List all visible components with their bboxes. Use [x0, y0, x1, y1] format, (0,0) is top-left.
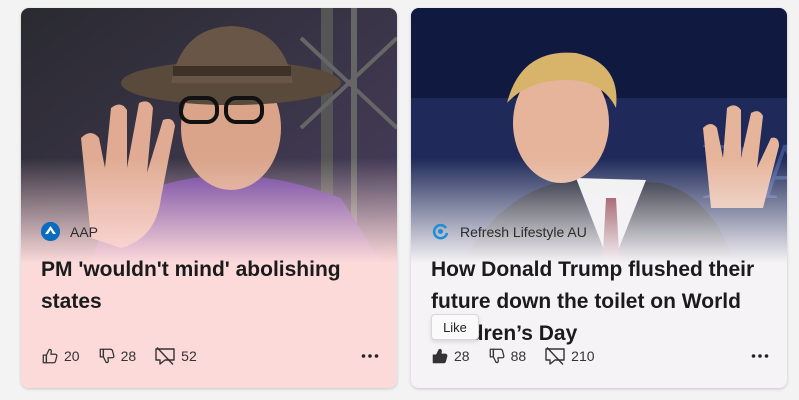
comment-off-icon [155, 347, 175, 365]
comment-count: 52 [181, 348, 197, 364]
thumbs-down-icon [99, 348, 115, 364]
article-headline[interactable]: How Donald Trump flushed their future do… [431, 254, 771, 350]
dislike-count: 88 [510, 348, 527, 364]
source-row[interactable]: Refresh Lifestyle AU [431, 222, 587, 241]
more-options-button[interactable] [751, 353, 769, 359]
more-options-button[interactable] [361, 353, 379, 359]
more-dots-icon [751, 354, 769, 358]
like-count: 28 [454, 348, 470, 364]
dislike-count: 28 [120, 348, 137, 364]
more-dots-icon [361, 354, 379, 358]
comment-off-icon [545, 347, 565, 365]
like-button[interactable]: 20 [41, 347, 80, 365]
thumbs-up-icon [42, 348, 58, 364]
aap-logo-icon [41, 222, 60, 241]
article-headline[interactable]: PM 'wouldn't mind' abolishing states [41, 254, 381, 318]
source-name[interactable]: Refresh Lifestyle AU [460, 224, 587, 240]
dislike-button[interactable]: 28 [98, 347, 137, 365]
like-button[interactable]: 28 [431, 347, 470, 365]
source-name[interactable]: AAP [70, 224, 98, 240]
like-tooltip: Like [431, 314, 479, 340]
refresh-lifestyle-logo-icon [431, 222, 450, 241]
news-card[interactable]: AAP PM 'wouldn't mind' abolishing states… [21, 8, 397, 388]
comment-count: 210 [571, 348, 595, 364]
source-row[interactable]: AAP [41, 222, 98, 241]
comments-button[interactable]: 52 [154, 346, 197, 366]
reaction-bar: 28 88 210 [431, 345, 769, 367]
thumbs-down-icon [489, 348, 505, 364]
thumbs-up-filled-icon [432, 348, 448, 364]
comments-button[interactable]: 210 [544, 346, 595, 366]
like-count: 20 [64, 348, 80, 364]
reaction-bar: 20 28 52 [41, 345, 379, 367]
dislike-button[interactable]: 88 [488, 347, 527, 365]
